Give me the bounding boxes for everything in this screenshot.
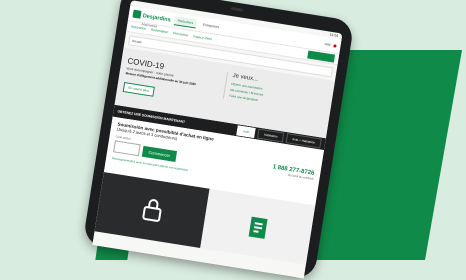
- tablet-screen: 11:24 Desjardins Assurances Particuliers…: [92, 0, 343, 279]
- start-button[interactable]: Commencer: [141, 145, 177, 162]
- subnav-espace-client[interactable]: Espace client: [193, 34, 212, 41]
- subnav-prevention[interactable]: Prévention: [173, 31, 189, 37]
- camera-icon: [230, 6, 244, 12]
- notification-icon[interactable]: [333, 43, 337, 48]
- learn-more-button[interactable]: En savoir plus: [122, 82, 155, 97]
- login-button[interactable]: Se connecter: [307, 50, 336, 63]
- tablet-device: 11:24 Desjardins Assurances Particuliers…: [82, 0, 355, 280]
- logo-icon: [132, 9, 142, 19]
- document-icon: [248, 216, 268, 239]
- help-link[interactable]: Aide: [324, 42, 331, 47]
- postal-code-input[interactable]: [113, 140, 141, 157]
- tab-particuliers[interactable]: Particuliers: [173, 15, 197, 28]
- tab-entreprises[interactable]: Entreprises: [199, 20, 222, 31]
- lock-icon: [141, 199, 161, 222]
- je-veux-panel: Je veux... Obtenir une soumission Me con…: [222, 71, 312, 112]
